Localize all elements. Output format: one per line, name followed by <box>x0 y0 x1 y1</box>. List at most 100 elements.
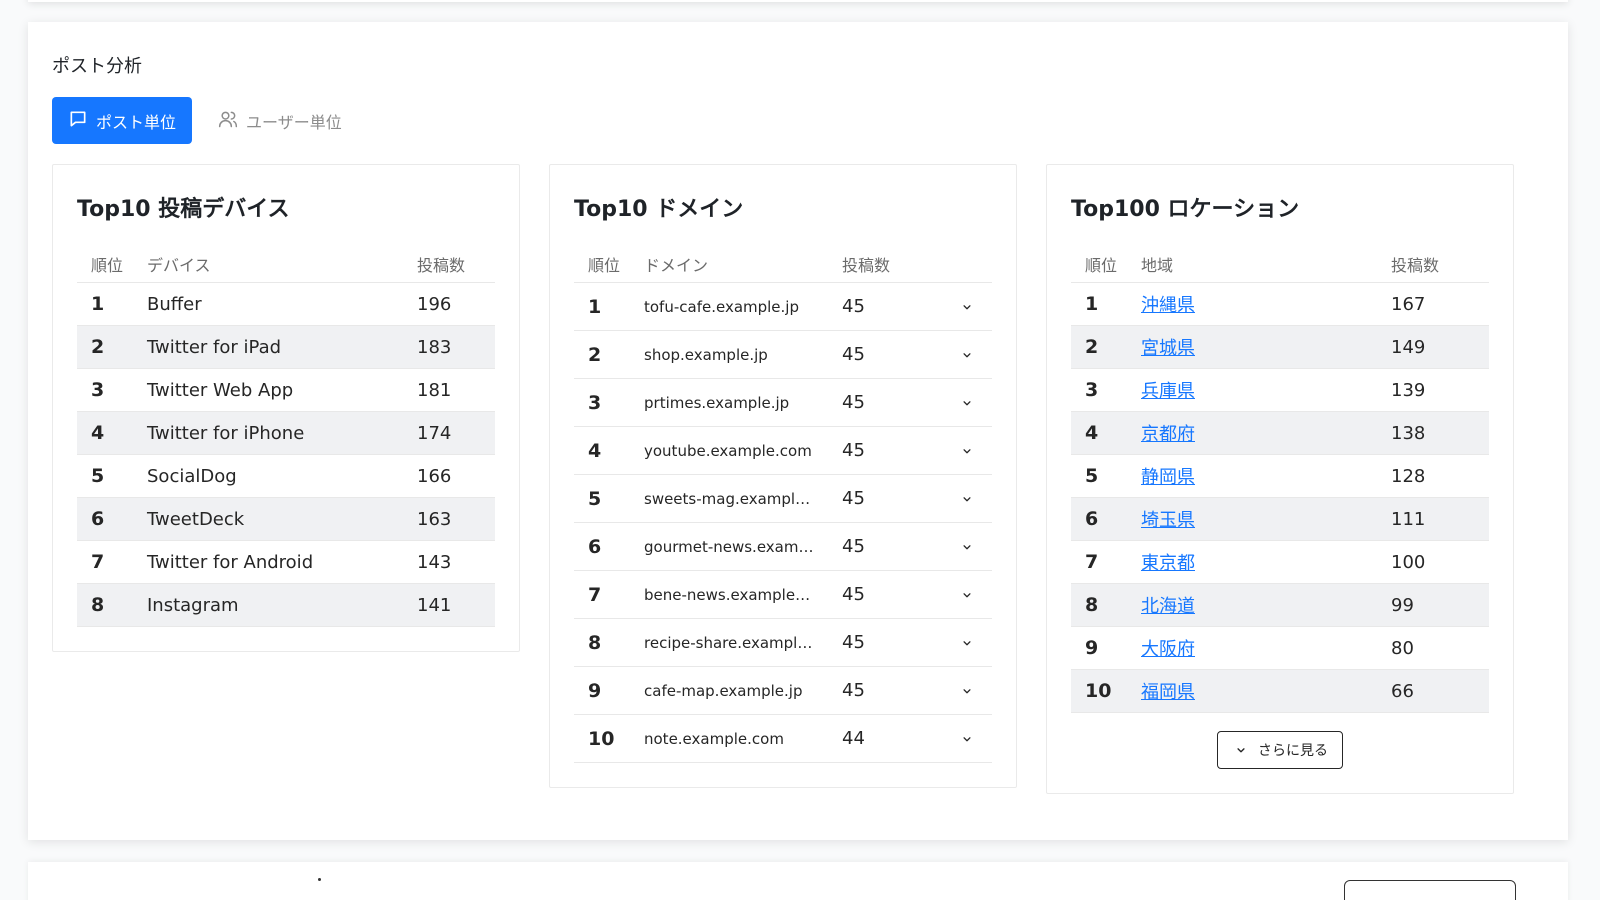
device-cell: Instagram <box>147 594 239 616</box>
rank-cell: 2 <box>1085 336 1099 358</box>
table-row: 3 Twitter Web App 181 <box>77 369 495 412</box>
table-row: 2 Twitter for iPad 183 <box>77 326 495 369</box>
rank-cell: 4 <box>91 422 105 444</box>
region-link[interactable]: 京都府 <box>1141 424 1195 445</box>
table-row: 8 北海道 99 <box>1071 584 1489 627</box>
rank-cell: 6 <box>1085 508 1099 530</box>
chevron-down-icon[interactable] <box>960 636 974 650</box>
table-row[interactable]: 1 tofu-cafe.example.jp 45 <box>574 283 992 331</box>
rank-cell: 1 <box>91 293 105 315</box>
count-cell: 174 <box>417 422 452 444</box>
header-count: 投稿数 <box>842 255 891 275</box>
region-link[interactable]: 北海道 <box>1141 596 1195 617</box>
previous-card <box>28 0 1568 2</box>
tab-user-unit[interactable]: ユーザー単位 <box>208 97 358 144</box>
device-panel: Top10 投稿デバイス 順位 デバイス 投稿数 1 Buffer 196 2 Twit… <box>52 164 520 652</box>
table-row[interactable]: 4 youtube.example.com 45 <box>574 427 992 475</box>
domain-cell: sweets-mag.example.jp <box>644 489 823 508</box>
table-row[interactable]: 5 sweets-mag.example.jp 45 <box>574 475 992 523</box>
chevron-down-icon[interactable] <box>960 540 974 554</box>
chevron-down-icon[interactable] <box>960 732 974 746</box>
table-row: 5 静岡県 128 <box>1071 455 1489 498</box>
count-cell: 99 <box>1391 594 1414 616</box>
table-row[interactable]: 2 shop.example.jp 45 <box>574 331 992 379</box>
region-link[interactable]: 静岡県 <box>1141 467 1195 488</box>
rank-cell: 10 <box>1085 680 1112 702</box>
rank-cell: 5 <box>1085 465 1099 487</box>
rank-cell: 8 <box>91 594 105 616</box>
show-more-button[interactable]: さらに見る <box>1217 731 1343 769</box>
post-analysis-card: ポスト分析 ポスト単位 ユーザー単位 Top10 投稿デバイス 順位 デバイス … <box>28 22 1568 840</box>
chevron-down-icon[interactable] <box>960 348 974 362</box>
section-title: ポスト分析 <box>52 56 142 77</box>
chevron-down-icon[interactable] <box>960 300 974 314</box>
show-more-label: さらに見る <box>1258 743 1328 759</box>
device-cell: Twitter for iPhone <box>147 422 305 444</box>
count-cell: 143 <box>417 551 452 573</box>
table-row[interactable]: 3 prtimes.example.jp 45 <box>574 379 992 427</box>
region-link[interactable]: 兵庫県 <box>1141 381 1195 402</box>
header-rank: 順位 <box>1085 255 1118 275</box>
count-cell: 167 <box>1391 293 1426 315</box>
header-rank: 順位 <box>91 255 124 275</box>
table-row: 8 Instagram 141 <box>77 584 495 627</box>
table-row: 4 Twitter for iPhone 174 <box>77 412 495 455</box>
chevron-down-icon[interactable] <box>960 588 974 602</box>
next-card-button[interactable] <box>1344 880 1516 900</box>
count-cell: 100 <box>1391 551 1426 573</box>
tab-label: ポスト単位 <box>96 112 177 132</box>
table-row: 7 Twitter for Android 143 <box>77 541 495 584</box>
region-link[interactable]: 福岡県 <box>1141 682 1195 703</box>
device-cell: Twitter for iPad <box>147 336 282 358</box>
location-panel: Top100 ロケーション 順位 地域 投稿数 1 沖縄県 167 2 宮城県 149 3 兵… <box>1046 164 1514 794</box>
header-domain: ドメイン <box>644 255 709 275</box>
chevron-down-icon[interactable] <box>960 492 974 506</box>
rank-cell: 4 <box>588 439 602 462</box>
device-rows: 1 Buffer 196 2 Twitter for iPad 183 3 Twitter W… <box>77 283 495 627</box>
table-row[interactable]: 8 recipe-share.example.jp 45 <box>574 619 992 667</box>
region-link[interactable]: 沖縄県 <box>1141 295 1195 316</box>
table-row: 10 福岡県 66 <box>1071 670 1489 713</box>
region-link[interactable]: 大阪府 <box>1141 639 1195 660</box>
rank-cell: 3 <box>1085 379 1099 401</box>
chevron-down-icon[interactable] <box>960 444 974 458</box>
rank-cell: 7 <box>588 583 602 606</box>
rank-cell: 5 <box>588 487 602 510</box>
count-cell: 45 <box>842 584 865 605</box>
chevron-down-icon[interactable] <box>960 684 974 698</box>
header-device: デバイス <box>147 255 211 275</box>
count-cell: 196 <box>417 293 452 315</box>
table-row[interactable]: 10 note.example.com 44 <box>574 715 992 763</box>
table-row: 5 SocialDog 166 <box>77 455 495 498</box>
rank-cell: 10 <box>588 727 615 750</box>
count-cell: 45 <box>842 680 865 701</box>
table-row: 4 京都府 138 <box>1071 412 1489 455</box>
header-count: 投稿数 <box>1391 255 1440 275</box>
table-row[interactable]: 9 cafe-map.example.jp 45 <box>574 667 992 715</box>
region-link[interactable]: 東京都 <box>1141 553 1195 574</box>
rank-cell: 6 <box>588 535 602 558</box>
panel-title: Top10 ドメイン <box>574 197 744 222</box>
table-row: 6 TweetDeck 163 <box>77 498 495 541</box>
region-link[interactable]: 宮城県 <box>1141 338 1195 359</box>
tab-post-unit[interactable]: ポスト単位 <box>52 97 193 144</box>
count-cell: 45 <box>842 488 865 509</box>
table-row[interactable]: 6 gourmet-news.example.c… 45 <box>574 523 992 571</box>
count-cell: 45 <box>842 392 865 413</box>
rank-cell: 2 <box>91 336 105 358</box>
domain-cell: recipe-share.example.jp <box>644 633 826 652</box>
count-cell: 45 <box>842 536 865 557</box>
count-cell: 163 <box>417 508 452 530</box>
domain-panel: Top10 ドメイン 順位 ドメイン 投稿数 1 tofu-cafe.exampl… <box>549 164 1017 788</box>
domain-rows: 1 tofu-cafe.example.jp 45 2 shop.example.jp 4… <box>574 283 992 763</box>
table-row: 3 兵庫県 139 <box>1071 369 1489 412</box>
table-row: 1 沖縄県 167 <box>1071 283 1489 326</box>
table-row[interactable]: 7 bene-news.example.com 45 <box>574 571 992 619</box>
chevron-down-icon <box>1234 743 1248 757</box>
domain-cell: prtimes.example.jp <box>644 393 790 412</box>
location-rows: 1 沖縄県 167 2 宮城県 149 3 兵庫県 139 4 京都府 138 5 静岡県 128 6 埼玉県 1… <box>1071 283 1489 713</box>
chevron-down-icon[interactable] <box>960 396 974 410</box>
region-link[interactable]: 埼玉県 <box>1141 510 1195 531</box>
next-card <box>28 862 1568 900</box>
count-cell: 45 <box>842 296 865 317</box>
